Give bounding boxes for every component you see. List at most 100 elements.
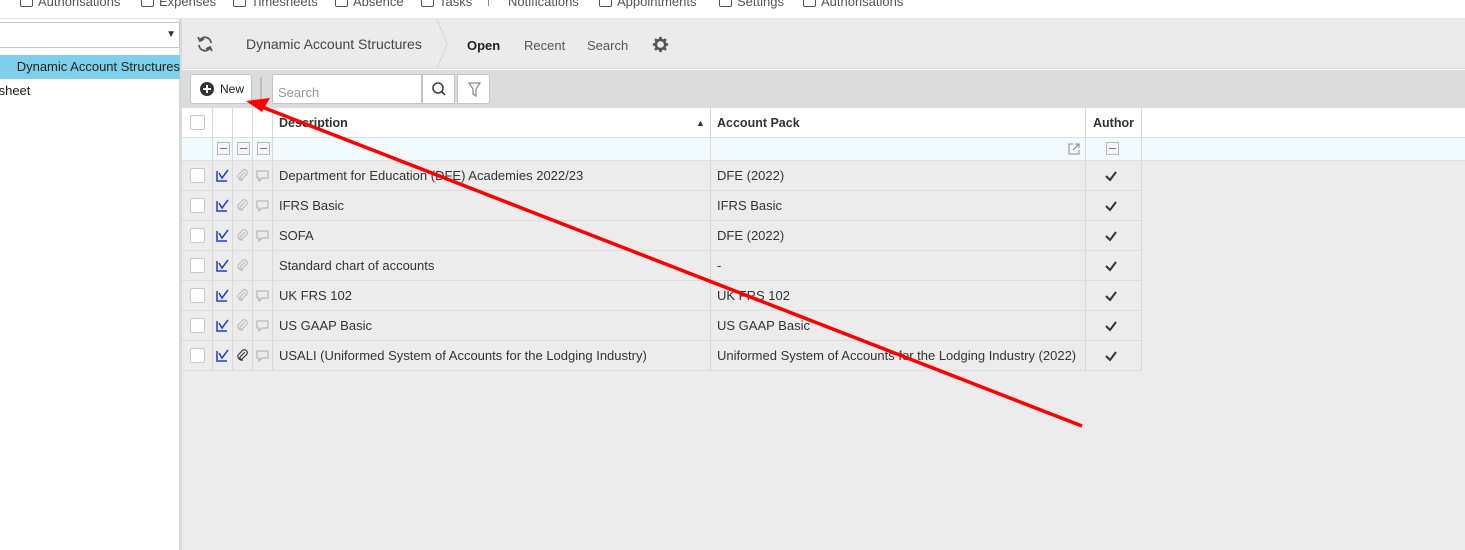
search-button[interactable] bbox=[422, 74, 455, 104]
cell-account-pack: - bbox=[717, 258, 722, 273]
nav-appointments[interactable]: Appointments bbox=[599, 0, 697, 9]
edit-icon[interactable] bbox=[216, 349, 229, 362]
filter-clear-button[interactable] bbox=[257, 142, 270, 155]
checkmark-icon bbox=[1105, 321, 1117, 332]
attachment-icon[interactable] bbox=[236, 259, 249, 272]
attachment-icon[interactable] bbox=[236, 169, 249, 182]
table-row[interactable]: US GAAP Basic US GAAP Basic bbox=[182, 311, 1142, 341]
filter-clear-button[interactable] bbox=[237, 142, 250, 155]
edit-icon[interactable] bbox=[216, 199, 229, 212]
grid-header: Description ▲ Account Pack Author bbox=[182, 108, 1465, 138]
cell-account-pack: IFRS Basic bbox=[717, 198, 783, 213]
nav-divider bbox=[488, 0, 489, 6]
nav-timesheets[interactable]: Timesheets bbox=[233, 0, 318, 9]
edit-icon[interactable] bbox=[216, 319, 229, 332]
comment-icon[interactable] bbox=[256, 229, 269, 242]
filter-button[interactable] bbox=[457, 74, 490, 104]
nav-tasks[interactable]: Tasks bbox=[421, 0, 472, 9]
tab-search[interactable]: Search bbox=[587, 38, 628, 53]
chevron-down-icon: ▼ bbox=[166, 29, 176, 40]
settings-icon bbox=[719, 0, 732, 7]
comment-icon[interactable] bbox=[256, 169, 269, 182]
nav-authorisations[interactable]: Authorisations bbox=[20, 0, 120, 9]
select-all-checkbox[interactable] bbox=[190, 115, 205, 130]
attachment-icon[interactable] bbox=[236, 199, 249, 212]
row-checkbox[interactable] bbox=[190, 288, 205, 303]
cell-account-pack: DFE (2022) bbox=[717, 168, 785, 183]
table-row[interactable]: Standard chart of accounts - bbox=[182, 251, 1142, 281]
column-header-account-pack[interactable]: Account Pack bbox=[717, 108, 800, 138]
row-checkbox[interactable] bbox=[190, 198, 205, 213]
attachment-icon[interactable] bbox=[236, 319, 249, 332]
comment-icon[interactable] bbox=[256, 199, 269, 212]
refresh-icon[interactable] bbox=[195, 34, 215, 54]
cell-description: USALI (Uniformed System of Accounts for … bbox=[279, 348, 647, 363]
column-header-author[interactable]: Author bbox=[1093, 108, 1134, 138]
checkmark-icon bbox=[1105, 231, 1117, 242]
row-checkbox[interactable] bbox=[190, 318, 205, 333]
nav-settings[interactable]: Settings bbox=[719, 0, 784, 9]
sidebar-item-dynamic-account-structures[interactable]: Dynamic Account Structures bbox=[0, 55, 180, 79]
timesheets-icon bbox=[233, 0, 246, 7]
nav-absence[interactable]: Absence bbox=[335, 0, 404, 9]
tab-recent[interactable]: Recent bbox=[524, 38, 565, 53]
column-header-description[interactable]: Description bbox=[279, 108, 348, 138]
edit-icon[interactable] bbox=[216, 169, 229, 182]
page-header: Dynamic Account Structures Open Recent S… bbox=[182, 19, 1465, 69]
tab-open[interactable]: Open bbox=[467, 38, 500, 53]
nav-notifications[interactable]: Notifications bbox=[508, 0, 579, 9]
table-row[interactable]: IFRS Basic IFRS Basic bbox=[182, 191, 1142, 221]
table-row[interactable]: USALI (Uniformed System of Accounts for … bbox=[182, 341, 1142, 371]
table-row[interactable]: SOFA DFE (2022) bbox=[182, 221, 1142, 251]
edit-icon[interactable] bbox=[216, 259, 229, 272]
cell-account-pack: US GAAP Basic bbox=[717, 318, 810, 333]
nav-authorisations-2[interactable]: Authorisations bbox=[803, 0, 903, 9]
expenses-icon bbox=[141, 0, 154, 7]
checkmark-icon bbox=[1105, 171, 1117, 182]
sidebar-item-balance-sheet[interactable]: Balance sheet bbox=[0, 79, 180, 103]
row-checkbox[interactable] bbox=[190, 348, 205, 363]
appointments-icon bbox=[599, 0, 612, 7]
cell-account-pack: DFE (2022) bbox=[717, 228, 785, 243]
cell-description: SOFA bbox=[279, 228, 314, 243]
column-divider bbox=[252, 108, 253, 371]
external-link-icon[interactable] bbox=[1068, 143, 1080, 155]
column-divider bbox=[272, 108, 273, 371]
breadcrumb-separator bbox=[436, 19, 448, 69]
breadcrumb[interactable]: Dynamic Account Structures bbox=[246, 36, 422, 52]
new-button[interactable]: New bbox=[190, 74, 252, 104]
row-checkbox[interactable] bbox=[190, 228, 205, 243]
top-navigation: Authorisations Expenses Timesheets Absen… bbox=[0, 0, 1465, 19]
cell-account-pack: Uniformed System of Accounts for the Lod… bbox=[717, 348, 1077, 363]
nav-expenses[interactable]: Expenses bbox=[141, 0, 216, 9]
filter-clear-button[interactable] bbox=[217, 142, 230, 155]
comment-icon[interactable] bbox=[256, 349, 269, 362]
column-divider bbox=[1141, 108, 1142, 371]
sort-ascending-icon[interactable]: ▲ bbox=[696, 108, 705, 138]
column-divider bbox=[710, 108, 711, 371]
cell-description: IFRS Basic bbox=[279, 198, 345, 213]
table-row[interactable]: Department for Education (DFE) Academies… bbox=[182, 161, 1142, 191]
attachment-icon[interactable] bbox=[236, 229, 249, 242]
sidebar-select[interactable]: ▼ bbox=[0, 22, 180, 48]
search-input[interactable] bbox=[272, 74, 422, 104]
comment-icon[interactable] bbox=[256, 319, 269, 332]
attachment-icon[interactable] bbox=[236, 349, 249, 362]
data-grid: Description ▲ Account Pack Author Depart… bbox=[182, 108, 1465, 550]
grid-filter-row bbox=[182, 138, 1465, 161]
edit-icon[interactable] bbox=[216, 289, 229, 302]
gear-icon[interactable] bbox=[652, 36, 669, 53]
row-checkbox[interactable] bbox=[190, 258, 205, 273]
comment-icon[interactable] bbox=[256, 289, 269, 302]
table-row[interactable]: UK FRS 102 UK FRS 102 bbox=[182, 281, 1142, 311]
filter-clear-button[interactable] bbox=[1106, 142, 1119, 155]
absence-icon bbox=[335, 0, 348, 7]
checkmark-icon bbox=[1105, 291, 1117, 302]
row-checkbox[interactable] bbox=[190, 168, 205, 183]
checkmark-icon bbox=[1105, 261, 1117, 272]
attachment-icon[interactable] bbox=[236, 289, 249, 302]
cell-description: UK FRS 102 bbox=[279, 288, 352, 303]
toolbar-divider bbox=[260, 77, 262, 101]
edit-icon[interactable] bbox=[216, 229, 229, 242]
column-divider bbox=[212, 108, 213, 371]
